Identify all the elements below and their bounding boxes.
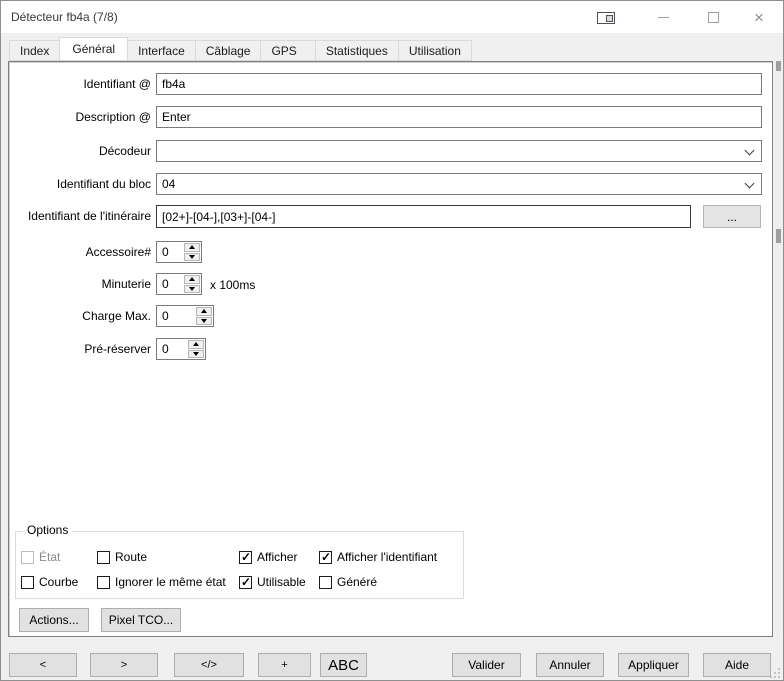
resize-grip[interactable] <box>768 666 780 678</box>
itineraire-input[interactable] <box>156 205 691 228</box>
charge-label: Charge Max. <box>9 309 151 323</box>
identifiant-input[interactable] <box>156 73 762 95</box>
spin-down-icon[interactable] <box>184 253 200 262</box>
tab-statistiques[interactable]: Statistiques <box>315 40 399 61</box>
decodeur-label: Décodeur <box>9 144 151 158</box>
maximize-button[interactable] <box>703 9 723 25</box>
checkbox-icon <box>21 576 34 589</box>
accessoire-spinner[interactable]: 0 <box>156 241 202 263</box>
bloc-value: 04 <box>162 177 175 191</box>
tab-gps[interactable]: GPS <box>260 40 315 61</box>
identifiant-label: Identifiant @ <box>9 77 151 91</box>
charge-value: 0 <box>157 306 195 326</box>
prereserver-spinner[interactable]: 0 <box>156 338 206 360</box>
checkbox-afficher-identifiant[interactable]: Afficher l'identifiant <box>319 550 437 564</box>
checkbox-utilisable[interactable]: Utilisable <box>239 575 306 589</box>
checkbox-genere[interactable]: Généré <box>319 575 377 589</box>
spin-up-icon[interactable] <box>184 275 200 284</box>
prereserver-value: 0 <box>157 339 187 359</box>
nav-prev-button[interactable]: < <box>9 653 77 677</box>
checkbox-icon <box>319 551 332 564</box>
options-group-title: Options <box>23 523 72 537</box>
checkbox-icon <box>319 576 332 589</box>
checkbox-icon <box>97 551 110 564</box>
spin-up-icon[interactable] <box>188 340 204 349</box>
minuterie-suffix: x 100ms <box>210 278 255 292</box>
minuterie-spinner[interactable]: 0 <box>156 273 202 295</box>
scrollbar-thumb[interactable] <box>776 229 781 243</box>
decodeur-combobox[interactable] <box>156 140 762 162</box>
checkbox-icon <box>239 551 252 564</box>
itineraire-browse-button[interactable]: ... <box>703 205 761 228</box>
tab-general[interactable]: Général <box>59 37 128 61</box>
minimize-button[interactable] <box>653 9 673 25</box>
description-input[interactable] <box>156 106 762 128</box>
description-label: Description @ <box>9 110 151 124</box>
tab-index[interactable]: Index <box>9 40 60 61</box>
appliquer-button[interactable]: Appliquer <box>618 653 689 677</box>
checkbox-ignorer-meme-etat[interactable]: Ignorer le même état <box>97 575 226 589</box>
close-icon: × <box>754 9 764 26</box>
accessoire-value: 0 <box>157 242 183 262</box>
checkbox-icon <box>239 576 252 589</box>
annuler-button[interactable]: Annuler <box>536 653 604 677</box>
charge-spinner[interactable]: 0 <box>156 305 214 327</box>
bloc-label: Identifiant du bloc <box>9 177 151 191</box>
checkbox-etat[interactable]: État <box>21 550 60 564</box>
abc-button[interactable]: ABC <box>320 653 367 677</box>
chevron-down-icon <box>745 179 755 189</box>
aide-button[interactable]: Aide <box>703 653 771 677</box>
nav-add-button[interactable]: + <box>258 653 311 677</box>
scrollbar-thumb[interactable] <box>776 61 781 71</box>
tab-utilisation[interactable]: Utilisation <box>398 40 472 61</box>
tab-strip: Index Général Interface Câblage GPS Stat… <box>9 37 471 61</box>
minuterie-label: Minuterie <box>9 277 151 291</box>
vertical-scrollbar[interactable] <box>776 61 781 637</box>
tab-cablage[interactable]: Câblage <box>195 40 262 61</box>
nav-code-button[interactable]: </> <box>174 653 244 677</box>
checkbox-icon <box>21 551 34 564</box>
nav-next-button[interactable]: > <box>90 653 158 677</box>
titlebar: Détecteur fb4a (7/8) × <box>1 1 783 33</box>
monitor-icon[interactable] <box>595 10 617 25</box>
bloc-combobox[interactable]: 04 <box>156 173 762 195</box>
minuterie-value: 0 <box>157 274 183 294</box>
spin-up-icon[interactable] <box>184 243 200 252</box>
spin-up-icon[interactable] <box>196 307 212 316</box>
spin-down-icon[interactable] <box>184 285 200 294</box>
pixel-tco-button[interactable]: Pixel TCO... <box>101 608 181 632</box>
checkbox-afficher[interactable]: Afficher <box>239 550 297 564</box>
close-button[interactable]: × <box>749 7 769 27</box>
valider-button[interactable]: Valider <box>452 653 521 677</box>
checkbox-courbe[interactable]: Courbe <box>21 575 78 589</box>
window-title: Détecteur fb4a (7/8) <box>11 10 118 24</box>
tab-interface[interactable]: Interface <box>127 40 196 61</box>
spin-down-icon[interactable] <box>188 350 204 359</box>
checkbox-icon <box>97 576 110 589</box>
chevron-down-icon <box>745 146 755 156</box>
checkbox-route[interactable]: Route <box>97 550 147 564</box>
itineraire-label: Identifiant de l'itinéraire <box>9 209 151 223</box>
actions-button[interactable]: Actions... <box>19 608 89 632</box>
dialog-window: Détecteur fb4a (7/8) × Index Général Int… <box>0 0 784 681</box>
prereserver-label: Pré-réserver <box>9 342 151 356</box>
accessoire-label: Accessoire# <box>9 245 151 259</box>
spin-down-icon[interactable] <box>196 317 212 326</box>
maximize-icon <box>708 12 719 23</box>
minimize-icon <box>658 17 669 18</box>
